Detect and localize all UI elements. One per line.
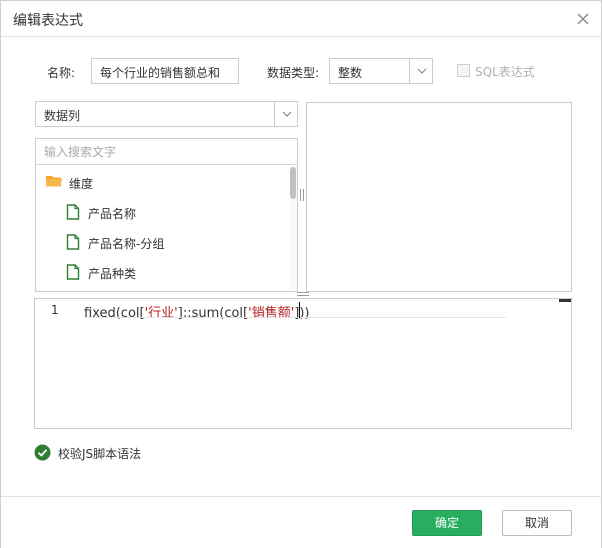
file-icon xyxy=(66,234,80,250)
validate-js-label[interactable]: 校验JS脚本语法 xyxy=(58,445,141,462)
expression-editor[interactable]: 1 fixed(col['行业']::sum(col['销售额'])) xyxy=(34,298,572,429)
tree-item-field[interactable]: 产品名称 xyxy=(36,197,288,227)
file-icon xyxy=(66,264,80,280)
type-select[interactable]: 整数 xyxy=(329,58,433,84)
name-field[interactable]: 每个行业的销售额总和 xyxy=(91,58,239,84)
field-source-select[interactable]: 数据列 xyxy=(35,101,298,127)
editor-scroll-marker xyxy=(559,299,571,302)
tree-item-label: 产品名称-分组 xyxy=(88,237,165,251)
ok-button[interactable]: 确定 xyxy=(412,510,482,536)
code-token: ])) xyxy=(294,306,310,321)
code-string-token: '销售额' xyxy=(248,306,295,321)
panel-splitter-horizontal[interactable] xyxy=(297,292,309,296)
code-string-token: '行业' xyxy=(144,306,178,321)
chevron-down-icon xyxy=(417,68,427,74)
field-source-toggle[interactable] xyxy=(274,101,298,127)
check-circle-icon[interactable] xyxy=(34,444,51,461)
panel-splitter-vertical[interactable] xyxy=(300,189,304,201)
edit-expression-dialog: 编辑表达式 名称: 每个行业的销售额总和 数据类型: 整数 SQL表达式 数据列 xyxy=(0,0,602,548)
tree-item-field[interactable]: 产品种类 xyxy=(36,257,288,287)
close-button[interactable] xyxy=(572,9,594,29)
file-icon xyxy=(66,204,80,220)
name-field-value: 每个行业的销售额总和 xyxy=(100,66,221,80)
type-label: 数据类型: xyxy=(267,66,320,80)
dialog-title: 编辑表达式 xyxy=(13,13,83,29)
search-input[interactable] xyxy=(36,139,297,165)
field-list-scroll-thumb[interactable] xyxy=(290,167,296,199)
field-detail-panel xyxy=(306,102,572,292)
tree-item-label: 产品名称 xyxy=(88,207,137,221)
field-list: 维度 产品名称 产品名称-分组 产品种类 xyxy=(35,138,298,292)
sql-expression-checkbox[interactable] xyxy=(457,64,470,77)
code-line[interactable]: fixed(col['行业']::sum(col['销售额'])) xyxy=(84,302,310,321)
tree-folder-dimension[interactable]: 维度 xyxy=(36,167,288,197)
field-source-value: 数据列 xyxy=(44,109,81,123)
code-token: fixed(col[ xyxy=(84,306,145,321)
dialog-header: 编辑表达式 xyxy=(1,1,601,37)
code-token: ]::sum(col[ xyxy=(177,306,249,321)
type-select-toggle[interactable] xyxy=(409,58,433,84)
tree-folder-label: 维度 xyxy=(69,177,94,191)
line-number: 1 xyxy=(51,303,59,317)
folder-icon xyxy=(46,176,62,187)
type-select-value: 整数 xyxy=(338,66,363,80)
cancel-button[interactable]: 取消 xyxy=(502,510,572,536)
tree-item-label: 产品种类 xyxy=(88,267,137,281)
chevron-down-icon xyxy=(282,111,292,117)
dialog-footer: 确定 取消 xyxy=(1,496,601,548)
name-label: 名称: xyxy=(47,66,76,80)
text-cursor xyxy=(299,302,300,318)
active-line-underline xyxy=(84,317,506,318)
close-icon xyxy=(577,13,589,25)
sql-expression-label: SQL表达式 xyxy=(475,65,535,79)
tree-item-field[interactable]: 产品名称-分组 xyxy=(36,227,288,257)
